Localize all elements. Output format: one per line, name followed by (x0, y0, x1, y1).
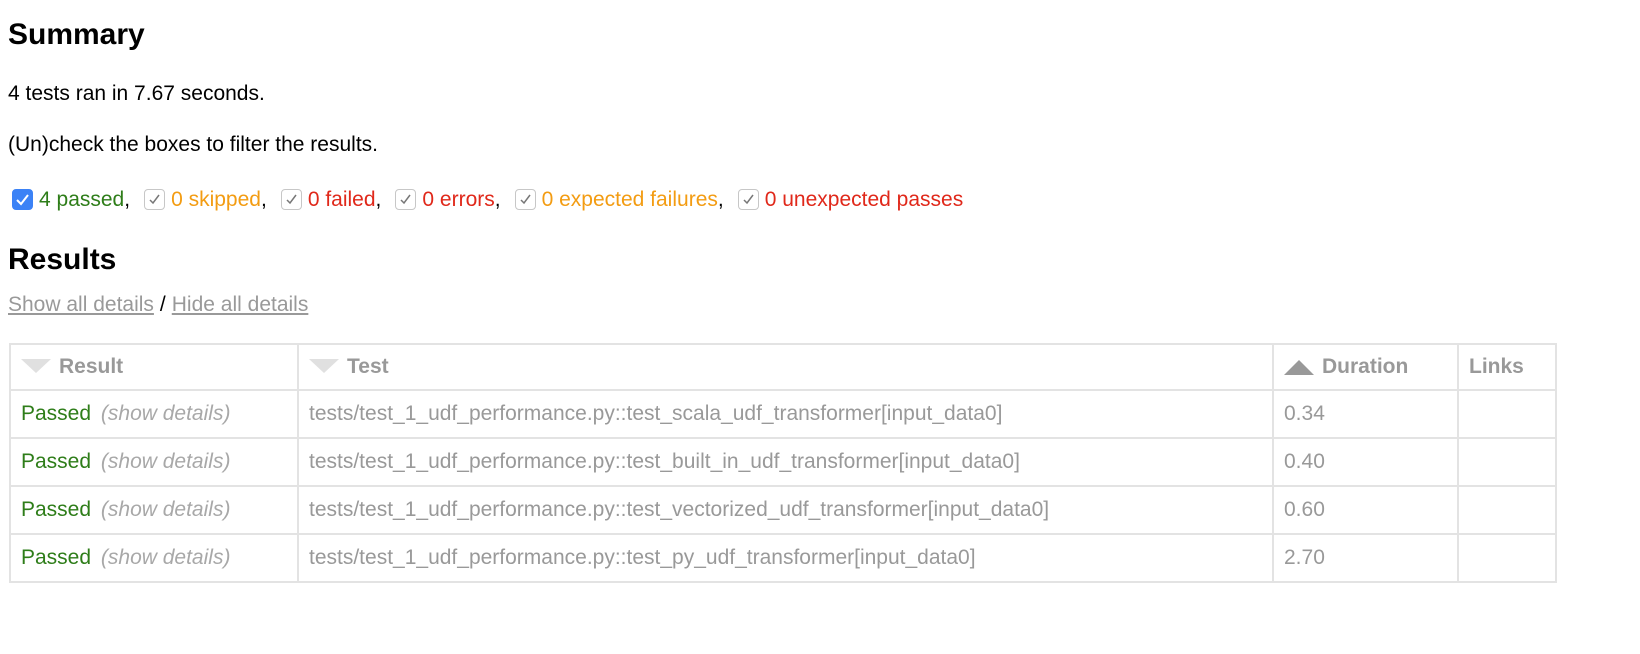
show-details-link[interactable]: (show details) (101, 546, 231, 569)
filter-label-passed: 4 passed (39, 188, 125, 211)
filter-label-expected-failures: 0 expected failures (541, 188, 718, 211)
result-cell: Passed (show details) (9, 437, 299, 487)
filter-label-skipped: 0 skipped (171, 188, 261, 211)
duration-cell: 0.40 (1272, 437, 1459, 487)
filter-label-unexpected-passes: 0 unexpected passes (764, 188, 964, 211)
check-icon (149, 194, 160, 205)
filter-skipped[interactable]: 0 skipped, (144, 189, 281, 210)
check-icon (16, 194, 29, 206)
test-cell: tests/test_1_udf_performance.py::test_ve… (297, 485, 1274, 535)
result-status: Passed (21, 546, 92, 569)
duration-cell: 0.60 (1272, 485, 1459, 535)
column-header-test[interactable]: Test (297, 343, 1274, 391)
filter-label-failed: 0 failed (307, 188, 376, 211)
filter-errors[interactable]: 0 errors, (395, 189, 514, 210)
column-header-result[interactable]: Result (9, 343, 299, 391)
show-details-link[interactable]: (show details) (101, 498, 231, 521)
check-icon (286, 194, 297, 205)
show-all-details-link[interactable]: Show all details (8, 293, 154, 316)
summary-heading: Summary (8, 18, 145, 51)
test-cell: tests/test_1_udf_performance.py::test_sc… (297, 389, 1274, 439)
passed-checkbox[interactable] (12, 189, 33, 210)
filter-label-errors: 0 errors (422, 188, 495, 211)
column-header-links: Links (1457, 343, 1557, 391)
unexpected-passes-checkbox[interactable] (737, 189, 759, 210)
filter-passed[interactable]: 4 passed, (12, 189, 144, 210)
links-cell (1457, 437, 1557, 487)
details-toggle-links: Show all details / Hide all details (8, 293, 309, 316)
table-row: Passed (show details) tests/test_1_udf_p… (9, 485, 1557, 535)
result-filters: 4 passed, 0 skipped, 0 failed, 0 errors,… (12, 189, 963, 210)
filter-hint-text: (Un)check the boxes to filter the result… (8, 133, 378, 156)
links-cell (1457, 389, 1557, 439)
results-header-row: Result Test Duration Links (9, 343, 1557, 391)
check-icon (400, 194, 411, 205)
result-status: Passed (21, 402, 92, 425)
column-header-duration[interactable]: Duration (1272, 343, 1459, 391)
hide-all-details-link[interactable]: Hide all details (172, 293, 309, 316)
show-details-link[interactable]: (show details) (101, 450, 231, 473)
show-details-link[interactable]: (show details) (101, 402, 231, 425)
duration-cell: 2.70 (1272, 533, 1459, 583)
check-icon (743, 194, 754, 205)
result-cell: Passed (show details) (9, 485, 299, 535)
table-row: Passed (show details) tests/test_1_udf_p… (9, 437, 1557, 487)
sort-down-icon (309, 359, 339, 374)
test-cell: tests/test_1_udf_performance.py::test_py… (297, 533, 1274, 583)
expected-failures-checkbox[interactable] (514, 189, 536, 210)
result-cell: Passed (show details) (9, 389, 299, 439)
skipped-checkbox[interactable] (144, 189, 166, 210)
duration-cell: 0.34 (1272, 389, 1459, 439)
table-row: Passed (show details) tests/test_1_udf_p… (9, 389, 1557, 439)
test-cell: tests/test_1_udf_performance.py::test_bu… (297, 437, 1274, 487)
sort-down-icon (21, 359, 51, 374)
result-status: Passed (21, 498, 92, 521)
result-status: Passed (21, 450, 92, 473)
filter-failed[interactable]: 0 failed, (280, 188, 396, 211)
filter-expected-failures[interactable]: 0 expected failures, (514, 188, 738, 211)
results-table: Result Test Duration Links Passed (show … (9, 343, 1557, 583)
links-cell (1457, 533, 1557, 583)
result-cell: Passed (show details) (9, 533, 299, 583)
check-icon (520, 194, 531, 205)
filter-unexpected-passes[interactable]: 0 unexpected passes (737, 188, 964, 211)
run-summary-text: 4 tests ran in 7.67 seconds. (8, 82, 265, 105)
sort-up-icon (1284, 360, 1314, 376)
errors-checkbox[interactable] (395, 189, 417, 210)
table-row: Passed (show details) tests/test_1_udf_p… (9, 533, 1557, 583)
links-cell (1457, 485, 1557, 535)
results-heading: Results (8, 243, 117, 276)
failed-checkbox[interactable] (280, 189, 302, 210)
